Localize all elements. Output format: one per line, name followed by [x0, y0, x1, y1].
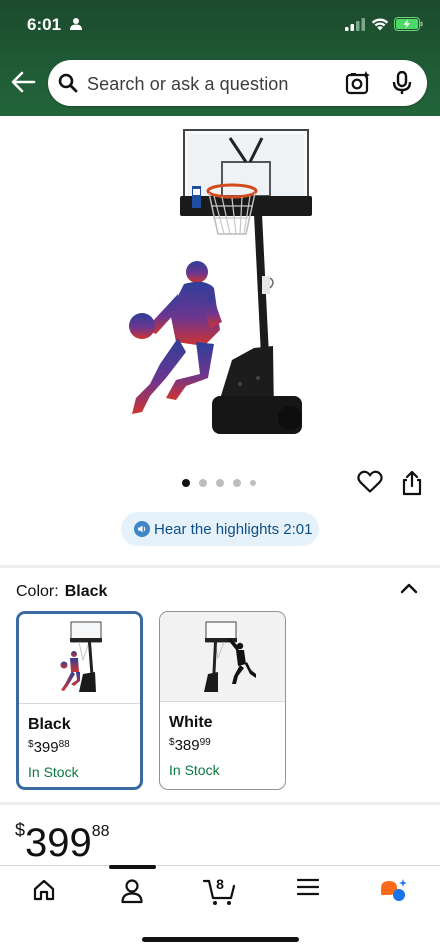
carousel-dot[interactable]: [216, 479, 224, 487]
search-icon: [58, 73, 78, 98]
chevron-up-icon[interactable]: [400, 581, 418, 599]
product-image[interactable]: [0, 116, 440, 466]
variant-name: Black: [28, 716, 71, 733]
color-option-white[interactable]: White $38999 In Stock: [159, 611, 286, 790]
active-tab-indicator: [109, 865, 156, 869]
battery-charging-icon: [394, 17, 423, 36]
app-header: 6:01 Search or ask a question: [0, 0, 440, 116]
section-divider: [0, 802, 440, 805]
status-bar: 6:01: [0, 0, 440, 52]
color-selector-header: Color: Black: [16, 583, 107, 601]
cart-count: 8: [216, 876, 224, 892]
price-cents: 88: [91, 823, 110, 840]
variant-price: $39988: [28, 739, 70, 756]
price-whole: 399: [33, 739, 59, 756]
color-label: Color:: [16, 583, 59, 600]
speaker-icon: [134, 521, 150, 537]
stock-status: In Stock: [28, 764, 79, 780]
price-cents: 88: [58, 739, 70, 750]
white-variant-image: [160, 612, 285, 702]
variant-price: $38999: [169, 737, 211, 754]
search-input[interactable]: Search or ask a question: [87, 74, 289, 95]
product-price: $39988: [15, 820, 110, 866]
search-bar[interactable]: Search or ask a question: [48, 60, 427, 106]
signal-icon: [345, 18, 365, 36]
status-time: 6:01: [27, 15, 62, 34]
variant-name: White: [169, 714, 213, 731]
hear-highlights-label: Hear the highlights 2:01: [154, 520, 313, 538]
menu-icon[interactable]: [288, 878, 328, 906]
price-cents: 99: [199, 737, 211, 748]
carousel-dot[interactable]: [233, 479, 241, 487]
account-icon[interactable]: [112, 878, 152, 906]
hear-highlights-button[interactable]: Hear the highlights 2:01: [121, 512, 319, 546]
selected-color: Black: [64, 583, 108, 600]
stock-status: In Stock: [169, 762, 220, 778]
heart-icon[interactable]: [357, 470, 383, 499]
section-divider: [0, 565, 440, 568]
back-arrow-icon[interactable]: [10, 70, 38, 98]
home-icon[interactable]: [24, 878, 64, 906]
rufus-icon[interactable]: [374, 878, 414, 906]
color-option-black[interactable]: Black $39988 In Stock: [16, 611, 143, 790]
carousel-dot[interactable]: [182, 479, 190, 487]
person-icon: [70, 17, 82, 35]
carousel-dot[interactable]: [250, 480, 256, 486]
carousel-dot[interactable]: [199, 479, 207, 487]
camera-lens-icon[interactable]: [345, 70, 371, 101]
price-whole: 399: [25, 821, 92, 865]
wifi-icon: [371, 17, 389, 36]
black-variant-image: [19, 614, 140, 704]
image-carousel-dots[interactable]: [182, 478, 256, 488]
home-indicator: [142, 937, 299, 942]
price-whole: 389: [174, 737, 200, 754]
currency-symbol: $: [15, 820, 26, 840]
share-icon[interactable]: [401, 470, 423, 501]
microphone-icon[interactable]: [391, 70, 413, 100]
